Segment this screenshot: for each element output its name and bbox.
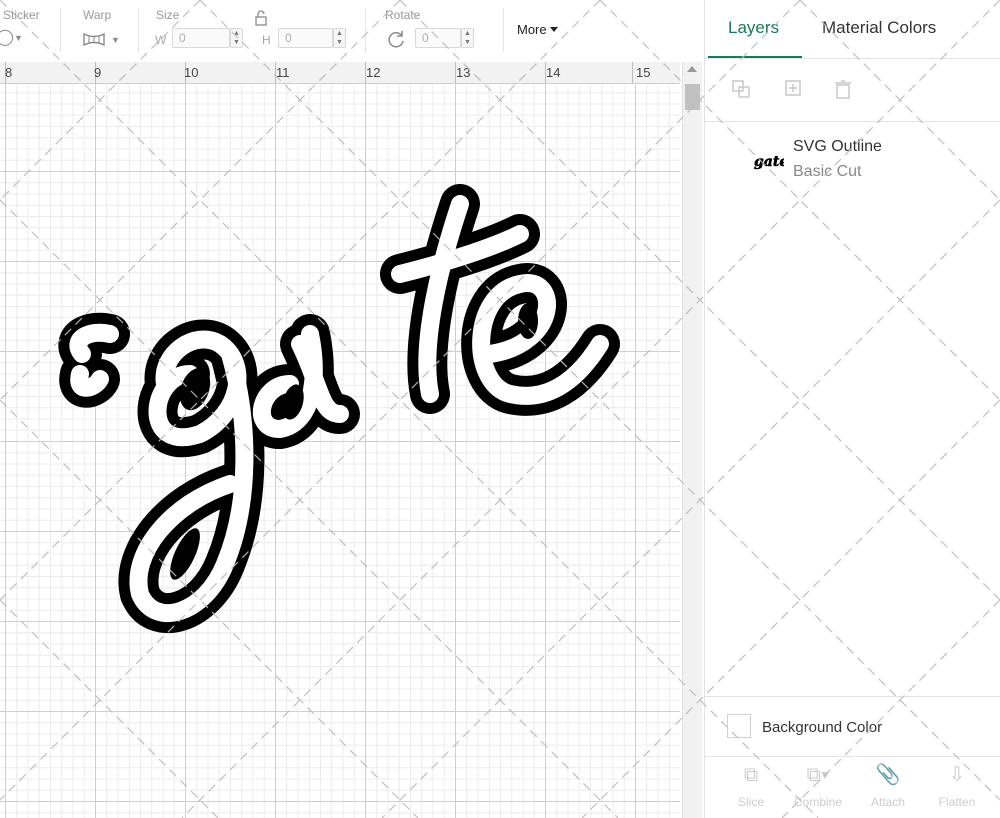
layer-item[interactable]: gate SVG Outline Basic Cut — [705, 124, 1000, 194]
group-icon[interactable] — [730, 78, 752, 100]
scroll-up-arrow-icon[interactable] — [687, 66, 697, 72]
attach-button[interactable]: 📎 Attach — [858, 764, 918, 809]
chevron-down-icon: ▼ — [111, 35, 120, 45]
rotate-field[interactable]: 0 — [415, 28, 461, 48]
rotate-label: Rotate — [385, 8, 421, 22]
ruler-number: 15 — [636, 65, 651, 80]
gate-artwork[interactable] — [0, 84, 680, 818]
vertical-scrollbar[interactable] — [682, 62, 702, 818]
attach-icon: 📎 — [875, 764, 901, 786]
height-prefix: H — [262, 33, 271, 47]
chevron-down-icon: ▼ — [14, 33, 23, 43]
panel-divider — [705, 696, 1000, 697]
gate-thumbnail-icon: gate — [754, 154, 784, 171]
rotate-icon[interactable] — [385, 28, 407, 52]
artwork-outline — [58, 184, 620, 634]
layer-name: SVG Outline — [793, 138, 882, 155]
ruler-number: 12 — [366, 65, 381, 80]
slice-icon: ⧉ — [743, 764, 759, 786]
panel-divider — [705, 756, 1000, 757]
sticker-label: Sticker — [3, 8, 40, 22]
flatten-icon: ⇩ — [948, 764, 966, 786]
width-field[interactable]: 0 — [172, 28, 230, 48]
width-prefix: W — [155, 33, 167, 47]
combine-icon: ⧉▾ — [806, 764, 830, 786]
ruler-tick — [632, 62, 633, 83]
ruler-number: 9 — [94, 65, 102, 80]
more-label: More — [517, 22, 547, 37]
horizontal-ruler: 8 9 10 11 12 13 14 15 — [0, 62, 680, 84]
size-tool: Size W 0 ▲ ▼ H 0 ▲ ▼ — [148, 0, 358, 62]
toolbar-divider — [60, 8, 61, 52]
layer-operation: Basic Cut — [793, 163, 862, 180]
lock-icon[interactable] — [254, 10, 268, 28]
scrollbar-thumb[interactable] — [685, 84, 700, 110]
design-canvas[interactable] — [0, 84, 680, 818]
background-color-swatch[interactable] — [727, 714, 751, 738]
caret-down-icon — [549, 27, 558, 32]
ruler-number: 13 — [456, 65, 471, 80]
ruler-number: 10 — [184, 65, 199, 80]
layers-panel: Layers Material Colors gate SVG Outline … — [704, 0, 1000, 818]
flatten-label: Flatten — [938, 795, 976, 809]
sticker-icon: ◯ — [0, 29, 14, 46]
width-stepper[interactable]: ▲ ▼ — [230, 28, 243, 48]
tab-divider — [705, 58, 1000, 59]
height-stepper[interactable]: ▲ ▼ — [333, 28, 346, 48]
toolbar-divider — [503, 8, 504, 52]
warp-tool[interactable]: Warp ▼ — [78, 0, 138, 62]
toolbar-divider — [705, 121, 1000, 122]
more-button[interactable]: More — [517, 22, 558, 37]
toolbar-divider — [138, 8, 139, 52]
ruler-number: 8 — [5, 65, 13, 80]
trash-icon[interactable] — [832, 78, 854, 100]
combine-label: Combine — [793, 795, 843, 809]
toolbar-divider — [365, 8, 366, 52]
warp-icon — [81, 30, 107, 50]
combine-button[interactable]: ⧉▾ Combine — [788, 764, 848, 809]
ruler-number: 14 — [546, 65, 561, 80]
attach-label: Attach — [870, 795, 906, 809]
slice-button[interactable]: ⧉ Slice — [721, 764, 781, 809]
top-toolbar: Sticker ◯ ▼ Warp ▼ Size W 0 ▲ ▼ H 0 ▲ ▼ Ro… — [0, 0, 704, 62]
tab-material-colors[interactable]: Material Colors — [822, 18, 936, 38]
flatten-button[interactable]: ⇩ Flatten — [927, 764, 987, 809]
warp-label: Warp — [83, 8, 112, 22]
tab-layers[interactable]: Layers — [728, 18, 779, 38]
height-field[interactable]: 0 — [278, 28, 333, 48]
duplicate-icon[interactable] — [783, 78, 805, 100]
background-color-label: Background Color — [762, 719, 883, 736]
slice-label: Slice — [737, 795, 764, 809]
sticker-tool[interactable]: Sticker ◯ ▼ — [0, 0, 60, 62]
ruler-number: 11 — [276, 65, 290, 80]
size-label: Size — [156, 8, 180, 22]
svg-text:gate: gate — [754, 154, 784, 170]
rotate-stepper[interactable]: ▲ ▼ — [461, 28, 474, 48]
rotate-tool: Rotate 0 ▲ ▼ — [380, 0, 474, 62]
